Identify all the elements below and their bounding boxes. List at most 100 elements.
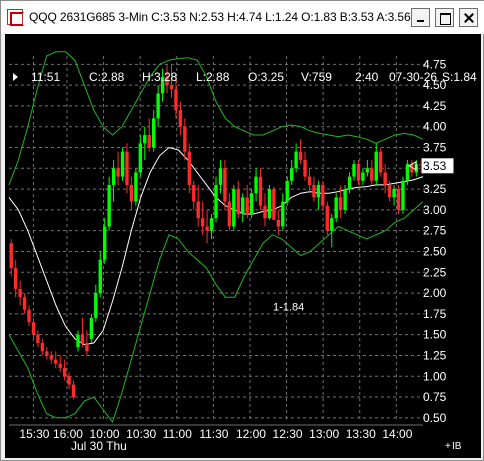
info-arrow-icon — [13, 73, 18, 81]
candle-up — [374, 151, 378, 181]
y-tick-label: 4.00 — [423, 120, 447, 134]
candle-up — [405, 164, 410, 181]
corner-ib-label: IB — [452, 441, 462, 452]
app-icon[interactable] — [7, 9, 24, 26]
candle-down — [276, 219, 281, 227]
maximize-button[interactable] — [435, 8, 454, 27]
candle-up — [281, 201, 285, 227]
candle-down — [312, 184, 316, 198]
candle-down — [227, 201, 232, 227]
candle-up — [365, 168, 370, 173]
candle-down — [178, 110, 183, 127]
y-tick-label: 1.25 — [423, 348, 447, 362]
x-tick-label: 13:30 — [346, 427, 376, 441]
candle-up — [330, 218, 334, 231]
candle-down — [298, 151, 303, 160]
candle-down — [9, 243, 13, 269]
candle-up — [352, 164, 356, 177]
title-bar[interactable]: QQQ 2631G685 3-Min C:3.53 N:2.53 H:4.74 … — [1, 1, 484, 34]
candle-up — [241, 197, 245, 215]
candle-up — [347, 176, 352, 190]
candle-down — [196, 201, 200, 219]
candle-up — [143, 135, 147, 144]
x-tick-label: 10:30 — [126, 427, 156, 441]
candle-down — [205, 226, 209, 231]
candle-up — [209, 218, 214, 231]
candle-down — [192, 184, 196, 202]
chart-area[interactable]: 1-1.844.754.504.254.003.753.503.253.002.… — [5, 34, 481, 458]
candle-up — [285, 180, 289, 202]
candle-up — [361, 172, 365, 181]
candle-down — [356, 164, 361, 181]
candle-up — [392, 189, 396, 198]
candle-up — [294, 151, 298, 169]
candle-down — [27, 309, 31, 323]
candle-down — [245, 197, 249, 215]
candle-down — [54, 359, 58, 364]
candle-down — [80, 334, 85, 343]
x-tick-label: 12:00 — [236, 427, 266, 441]
candle-down — [187, 151, 191, 185]
candle-down — [147, 135, 151, 148]
candle-down — [321, 184, 325, 206]
candle-down — [49, 355, 53, 360]
candle-up — [289, 168, 294, 181]
y-tick-label: 1.00 — [423, 369, 447, 383]
y-tick-label: 0.75 — [423, 390, 447, 404]
candle-down — [325, 205, 329, 231]
minimize-button[interactable] — [411, 8, 430, 27]
candle-down — [45, 351, 49, 356]
candle-down — [263, 205, 267, 219]
candle-down — [18, 288, 22, 298]
candle-up — [107, 184, 111, 227]
y-tick-label: 4.25 — [423, 99, 447, 113]
date-label: Jul 30 Thu — [71, 439, 127, 453]
x-tick-label: 15:30 — [19, 427, 49, 441]
candle-up — [76, 334, 80, 348]
candle-down — [40, 342, 45, 352]
candle-up — [232, 189, 236, 227]
candle-down — [31, 322, 36, 335]
candle-up — [334, 197, 338, 219]
candle-up — [103, 226, 107, 260]
candle-up — [316, 184, 321, 198]
candle-up — [343, 189, 347, 210]
info-volume: V:759 — [301, 70, 332, 84]
lower-band-line — [8, 201, 424, 424]
info-high: H:3.28 — [142, 70, 178, 84]
reference-annotation: 1-1.84 — [273, 301, 304, 313]
candle-down — [62, 367, 67, 377]
candlestick-chart[interactable]: 1-1.844.754.504.254.003.753.503.253.002.… — [5, 34, 481, 458]
candle-down — [116, 168, 120, 177]
y-tick-label: 1.75 — [423, 307, 447, 321]
candle-down — [71, 384, 76, 398]
candle-down — [383, 172, 387, 185]
y-tick-label: 3.25 — [423, 182, 447, 196]
info-close: C:2.88 — [89, 70, 125, 84]
candle-down — [183, 126, 187, 152]
candle-down — [13, 268, 18, 289]
close-button[interactable] — [459, 8, 478, 27]
chart-window: QQQ 2631G685 3-Min C:3.53 N:2.53 H:4.74 … — [0, 0, 484, 461]
y-tick-label: 3.75 — [423, 141, 447, 155]
candle-down — [200, 218, 205, 227]
x-tick-label: 11:00 — [163, 427, 192, 441]
y-tick-label: 1.50 — [423, 328, 447, 342]
info-time: 11:51 — [31, 70, 61, 84]
candle-down — [236, 189, 240, 215]
candle-up — [134, 172, 138, 202]
candle-up — [214, 184, 218, 219]
x-tick-label: 13:00 — [309, 427, 339, 441]
y-tick-label: 2.00 — [423, 286, 447, 300]
x-tick-label: 12:30 — [273, 427, 303, 441]
corner-plus: + — [445, 441, 451, 452]
candle-up — [218, 168, 223, 185]
candle-down — [174, 89, 178, 111]
candle-down — [379, 151, 383, 173]
candle-up — [249, 193, 254, 215]
info-open: O:3.25 — [248, 70, 285, 84]
last-price-label: 3.53 — [423, 159, 447, 173]
candle-up — [89, 318, 94, 339]
candle-down — [303, 159, 307, 177]
window-title: QQQ 2631G685 3-Min C:3.53 N:2.53 H:4.74 … — [29, 10, 425, 24]
